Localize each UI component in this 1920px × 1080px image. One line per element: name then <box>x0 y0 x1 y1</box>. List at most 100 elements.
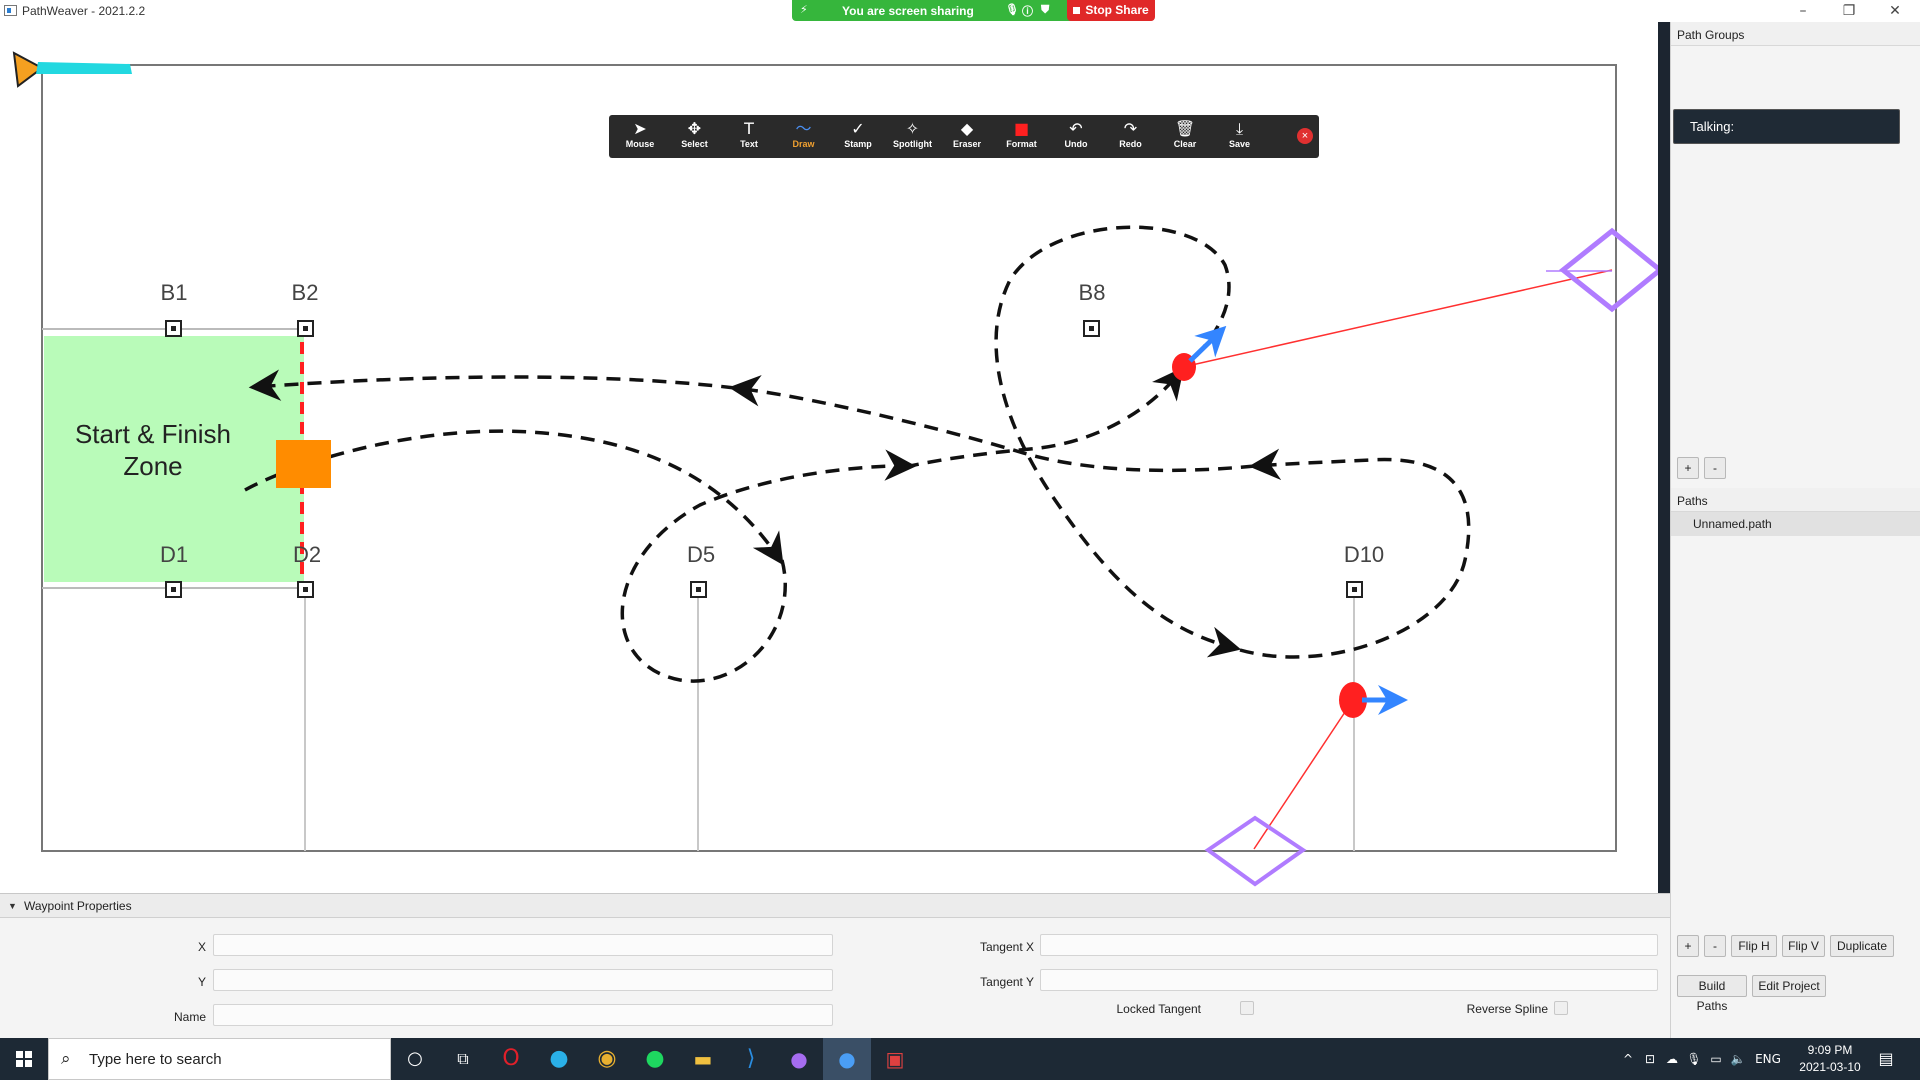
tool-label: Draw <box>792 139 815 149</box>
y-field[interactable] <box>213 969 833 991</box>
format-icon: ■ <box>1013 119 1030 138</box>
panel-splitter[interactable] <box>1658 22 1670 893</box>
text-icon: T <box>744 119 754 138</box>
tool-label: Clear <box>1173 139 1197 149</box>
path-item-unnamed[interactable]: Unnamed.path <box>1671 512 1920 536</box>
file-explorer-icon[interactable]: ▬ <box>679 1038 727 1080</box>
tool-label: Text <box>740 139 758 149</box>
name-field[interactable] <box>213 1004 833 1026</box>
chrome-icon[interactable]: ◉ <box>583 1038 631 1080</box>
tangent-x-field[interactable] <box>1040 934 1658 956</box>
tool-redo-button[interactable]: ↷ Redo <box>1105 119 1157 155</box>
stop-icon <box>1073 7 1081 14</box>
flip-v-button[interactable]: Flip V <box>1782 935 1825 957</box>
cursor-icon: ➤ <box>633 119 647 138</box>
undo-icon: ↶ <box>1069 119 1083 138</box>
tool-eraser-button[interactable]: ◆ Eraser <box>941 119 993 155</box>
show-hidden-icons-icon[interactable]: ^ <box>1618 1038 1638 1080</box>
tool-format-button[interactable]: ■ Format <box>996 119 1048 155</box>
route-segment-7 <box>248 369 736 401</box>
draw-icon: 〜 <box>795 119 812 138</box>
language-indicator[interactable]: ENG <box>1752 1038 1784 1080</box>
waypoint-properties-title: Waypoint Properties <box>24 899 132 913</box>
duplicate-button[interactable]: Duplicate <box>1830 935 1894 957</box>
paths-list[interactable]: Unnamed.path <box>1671 512 1920 922</box>
path-groups-list[interactable]: Talking: <box>1671 46 1920 442</box>
tool-select-button[interactable]: ✥ Select <box>669 119 721 155</box>
collapse-triangle-icon: ▼ <box>8 901 17 911</box>
opera-icon[interactable]: O <box>487 1038 535 1080</box>
taskbar-search[interactable]: ⌕ Type here to search <box>48 1038 391 1080</box>
tool-draw-button[interactable]: 〜 Draw <box>778 119 830 155</box>
notifications-icon[interactable]: ▤ <box>1874 1038 1898 1080</box>
meet-now-icon[interactable]: ⊡ <box>1640 1038 1660 1080</box>
close-window-button[interactable]: ✕ <box>1872 0 1918 22</box>
x-label: X <box>197 940 206 954</box>
flip-h-button[interactable]: Flip H <box>1731 935 1777 957</box>
build-paths-button[interactable]: Build Paths <box>1677 975 1747 1013</box>
microphone-tray-icon[interactable]: 🎙 <box>1684 1038 1704 1080</box>
x-field[interactable] <box>213 934 833 956</box>
clock[interactable]: 9:09 PM 2021-03-10 <box>1790 1042 1870 1076</box>
spotlight-icon: ✧ <box>905 119 920 138</box>
github-icon[interactable]: ● <box>775 1038 823 1080</box>
tool-stamp-button[interactable]: ✓ Stamp <box>832 119 884 155</box>
marker-d10-label: D10 <box>1344 542 1384 567</box>
tool-label: Redo <box>1119 139 1142 149</box>
stop-share-label: Stop Share <box>1085 3 1149 17</box>
marker-d2-label: D2 <box>293 542 321 567</box>
tool-undo-button[interactable]: ↶ Undo <box>1050 119 1102 155</box>
tool-label: Eraser <box>952 139 982 149</box>
start-button[interactable] <box>0 1038 48 1080</box>
clock-time: 9:09 PM <box>1807 1043 1853 1057</box>
tool-save-button[interactable]: ⤓ Save <box>1214 119 1266 155</box>
tool-mouse-button[interactable]: ➤ Mouse <box>614 119 666 155</box>
add-path-button[interactable]: + <box>1677 935 1699 957</box>
task-view-icon[interactable]: ⧉ <box>439 1038 487 1080</box>
restore-button[interactable]: ❐ <box>1826 0 1872 22</box>
volume-icon[interactable]: 🔈 <box>1728 1038 1748 1080</box>
tool-spotlight-button[interactable]: ✧ Spotlight <box>887 119 939 155</box>
minimize-button[interactable]: – <box>1780 0 1826 22</box>
waypoint-properties-panel: ▼ Waypoint Properties X Y Name Tangent X… <box>0 893 1670 1038</box>
tangent-arrow-1 <box>1188 325 1227 363</box>
stamp-icon: ✓ <box>851 119 865 138</box>
pathweaver-icon[interactable]: ▣ <box>871 1038 919 1080</box>
toolbar-close-button[interactable]: × <box>1297 128 1313 144</box>
search-placeholder: Type here to search <box>89 1051 222 1068</box>
edge-icon[interactable]: ● <box>535 1038 583 1080</box>
tool-label: Format <box>1006 139 1037 149</box>
paths-header: Paths <box>1671 488 1920 512</box>
marker-b1-label: B1 <box>161 280 188 305</box>
tool-clear-button[interactable]: 🗑 Clear <box>1159 119 1211 155</box>
shield-icon: ⛊ <box>1041 3 1050 16</box>
right-panel: Path Groups Talking: + - Paths Unnamed.p… <box>1670 22 1920 1038</box>
edit-project-button[interactable]: Edit Project <box>1752 975 1826 997</box>
field-canvas[interactable]: Start & Finish Zone B1 B2 B8 D1 D2 D5 D1… <box>0 22 1658 893</box>
windows-logo-icon <box>16 1051 32 1067</box>
waypoint-properties-header[interactable]: ▼ Waypoint Properties <box>0 894 1670 918</box>
add-group-button[interactable]: + <box>1677 457 1699 479</box>
onedrive-icon[interactable]: ☁ <box>1662 1038 1682 1080</box>
locked-tangent-checkbox[interactable] <box>1240 1001 1254 1015</box>
tool-label: Mouse <box>625 139 655 149</box>
search-icon: ⌕ <box>61 1049 71 1069</box>
tool-text-button[interactable]: T Text <box>723 119 775 155</box>
info-icon[interactable]: ⓘ <box>1022 3 1033 19</box>
microphone-icon[interactable]: 🎙 <box>1005 3 1019 16</box>
talking-indicator: Talking: <box>1673 109 1900 144</box>
remove-path-button[interactable]: - <box>1704 935 1726 957</box>
vscode-icon[interactable]: ⟩ <box>727 1038 775 1080</box>
reverse-spline-checkbox[interactable] <box>1554 1001 1568 1015</box>
zoom-icon[interactable]: ● <box>823 1038 871 1080</box>
tangent-y-label: Tangent Y <box>980 975 1034 989</box>
cortana-icon[interactable]: ○ <box>391 1038 439 1080</box>
spotify-icon[interactable]: ● <box>631 1038 679 1080</box>
network-icon[interactable]: ▭ <box>1706 1038 1726 1080</box>
stop-share-button[interactable]: Stop Share <box>1067 0 1155 21</box>
annotation-highlight-stroke <box>36 62 132 74</box>
zone-label-line2: Zone <box>123 451 182 481</box>
tangent-y-field[interactable] <box>1040 969 1658 991</box>
redo-icon: ↷ <box>1123 119 1138 138</box>
remove-group-button[interactable]: - <box>1704 457 1726 479</box>
